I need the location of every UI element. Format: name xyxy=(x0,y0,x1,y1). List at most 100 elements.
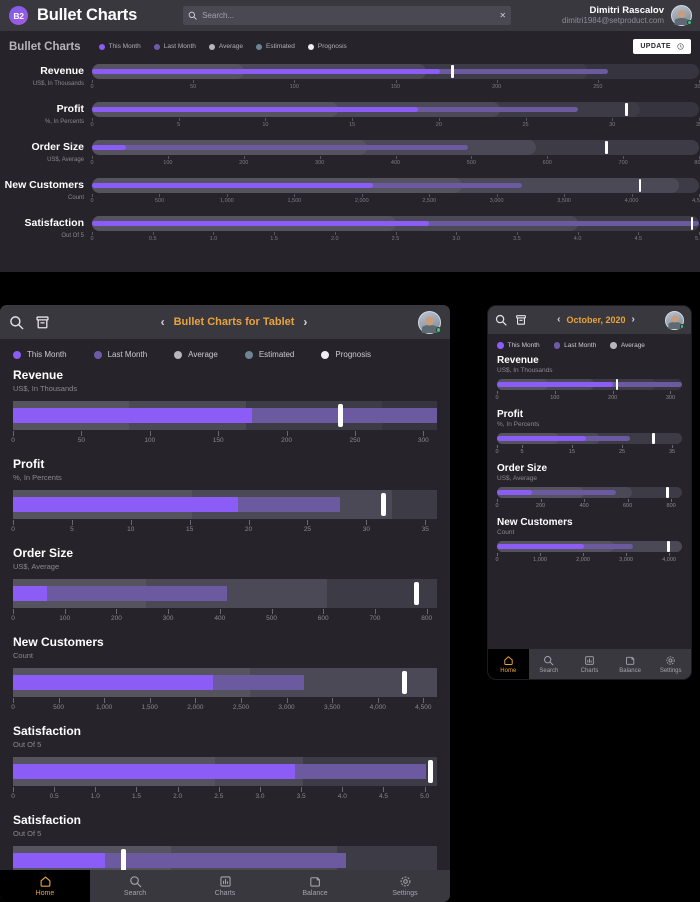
home-icon xyxy=(503,655,514,666)
avatar[interactable] xyxy=(671,5,692,26)
bullet-chart[interactable] xyxy=(497,433,682,444)
nav-item-search[interactable]: Search xyxy=(529,649,570,679)
clear-icon[interactable]: ✕ xyxy=(499,11,506,20)
bullet-chart[interactable] xyxy=(13,401,437,430)
axis-tick xyxy=(516,232,518,235)
legend-item-0[interactable]: This Month xyxy=(98,43,141,50)
axis-tick xyxy=(354,431,356,436)
legend-dot xyxy=(307,43,314,50)
bullet-chart[interactable] xyxy=(92,178,699,193)
search-icon[interactable] xyxy=(495,314,507,326)
axis-tick-label: 1,500 xyxy=(287,198,302,204)
axis-tick-label: 0.5 xyxy=(49,793,59,800)
axis-tick xyxy=(540,499,542,502)
legend-item-1[interactable]: Last Month xyxy=(153,43,196,50)
axis-tick-label: 3.5 xyxy=(296,793,306,800)
next-icon[interactable]: › xyxy=(632,315,635,325)
chart-axis: 0 1,000 2,000 3,000 4,000 xyxy=(495,553,682,564)
legend-item-4[interactable]: Prognosis xyxy=(307,43,347,50)
this-month-bar xyxy=(13,764,295,779)
axis-tick-label: 0 xyxy=(90,236,94,242)
nav-item-settings[interactable]: Settings xyxy=(360,870,450,902)
bullet-chart[interactable] xyxy=(497,541,682,552)
axis-tick xyxy=(71,520,73,525)
legend-label: Last Month xyxy=(107,350,148,359)
this-month-bar xyxy=(497,490,533,495)
legend-dot xyxy=(208,43,215,50)
legend-item-2[interactable]: Average xyxy=(610,342,645,349)
nav-item-settings[interactable]: Settings xyxy=(650,649,691,679)
legend-item-2[interactable]: Average xyxy=(208,43,243,50)
nav-item-home[interactable]: Home xyxy=(488,649,529,679)
search-input[interactable] xyxy=(202,11,495,20)
nav-item-balance[interactable]: Balance xyxy=(270,870,360,902)
mobile-bottom-nav: Home Search Charts Balance Settings xyxy=(488,649,691,679)
legend-item-3[interactable]: Estimated xyxy=(244,350,294,359)
axis-tick xyxy=(271,609,273,614)
axis-tick-label: 1,000 xyxy=(219,198,234,204)
legend-item-0[interactable]: This Month xyxy=(497,342,540,349)
user-profile[interactable]: Dimitri Rascalov dimitri1984@setproduct.… xyxy=(562,5,692,27)
axis-tick-label: 600 xyxy=(542,160,552,166)
axis-tick-label: 35 xyxy=(668,449,676,455)
next-icon[interactable]: › xyxy=(303,316,307,328)
search-bar[interactable]: ✕ xyxy=(183,6,512,25)
legend-label: Last Month xyxy=(163,43,196,50)
avatar[interactable] xyxy=(418,310,441,334)
chart-axis: 0 50 100 150 200 250 300 xyxy=(90,80,700,92)
nav-item-charts[interactable]: Charts xyxy=(180,870,270,902)
bullet-chart[interactable] xyxy=(92,140,699,155)
bullet-chart[interactable] xyxy=(92,216,699,231)
bullet-chart[interactable] xyxy=(92,102,699,117)
target-marker xyxy=(337,404,343,427)
nav-item-charts[interactable]: Charts xyxy=(569,649,610,679)
axis-tick xyxy=(218,431,220,436)
nav-item-home[interactable]: Home xyxy=(0,870,90,902)
legend-label: This Month xyxy=(27,350,67,359)
tablet-nav-title: ‹ Bullet Charts for Tablet › xyxy=(61,316,407,328)
bullet-chart[interactable] xyxy=(497,487,682,498)
axis-tick xyxy=(178,118,180,121)
update-button[interactable]: UPDATE xyxy=(633,39,691,54)
mobile-topbar: ‹ October, 2020 › xyxy=(488,306,691,334)
chart-row: Satisfaction Out Of 5 0 0.5 1.0 1.5 2.0 2.5 3.… xyxy=(11,724,437,802)
bullet-chart[interactable] xyxy=(92,64,699,79)
target-marker xyxy=(638,179,642,192)
axis-tick-label: 4,000 xyxy=(624,198,639,204)
bullet-chart[interactable] xyxy=(13,757,437,786)
axis-tick xyxy=(395,80,397,83)
bullet-chart[interactable] xyxy=(13,490,437,519)
prev-icon[interactable]: ‹ xyxy=(161,316,165,328)
legend-item-2[interactable]: Average xyxy=(174,350,218,359)
app-logo[interactable]: B2 xyxy=(9,6,28,25)
legend-item-1[interactable]: Last Month xyxy=(553,342,596,349)
avatar[interactable] xyxy=(665,310,684,330)
legend-item-3[interactable]: Estimated xyxy=(256,43,295,50)
axis-tick xyxy=(13,431,14,436)
archive-icon[interactable] xyxy=(515,314,527,326)
axis-tick-label: 20 xyxy=(244,526,253,533)
chart-name: Order Size xyxy=(13,546,74,560)
axis-tick-label: 1.0 xyxy=(90,793,100,800)
axis-tick xyxy=(167,156,169,159)
legend-item-4[interactable]: Prognosis xyxy=(321,350,371,359)
bullet-chart[interactable] xyxy=(13,579,437,608)
nav-item-search[interactable]: Search xyxy=(90,870,180,902)
search-icon[interactable] xyxy=(9,315,24,330)
bullet-chart[interactable] xyxy=(13,668,437,697)
axis-tick-label: 400 xyxy=(579,503,589,509)
axis-tick-label: 2.0 xyxy=(330,236,339,242)
axis-tick xyxy=(92,80,93,83)
axis-tick xyxy=(307,520,309,525)
prev-icon[interactable]: ‹ xyxy=(557,315,560,325)
legend-item-1[interactable]: Last Month xyxy=(93,350,148,359)
legend-item-0[interactable]: This Month xyxy=(13,350,67,359)
axis-tick-label: 4.5 xyxy=(634,236,643,242)
axis-tick xyxy=(496,80,498,83)
charts-icon xyxy=(584,655,595,666)
nav-item-balance[interactable]: Balance xyxy=(610,649,651,679)
archive-icon[interactable] xyxy=(35,315,50,330)
axis-tick xyxy=(149,431,151,436)
axis-tick-label: 100 xyxy=(59,615,71,622)
bullet-chart[interactable] xyxy=(497,379,682,390)
